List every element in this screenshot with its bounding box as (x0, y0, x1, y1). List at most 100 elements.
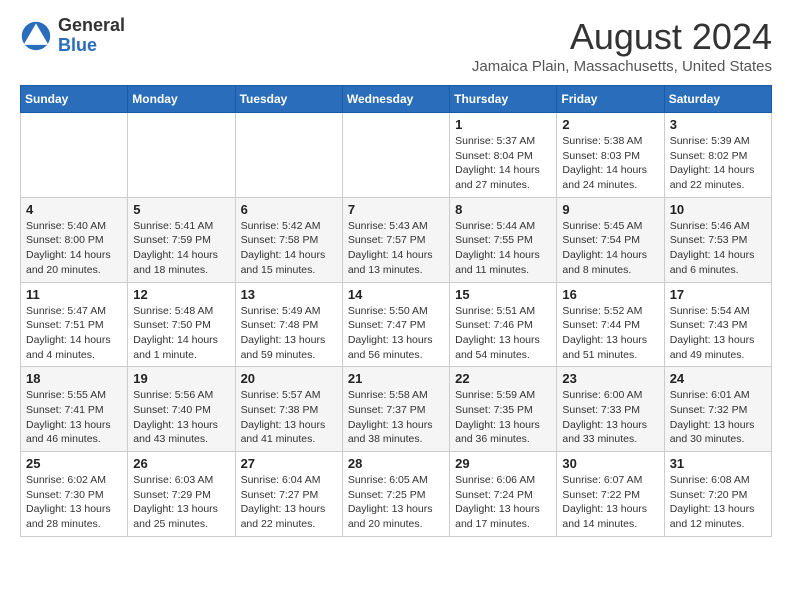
calendar-cell: 9 Sunrise: 5:45 AM Sunset: 7:54 PM Daylig… (557, 197, 664, 282)
logo-icon (20, 20, 52, 52)
day-info: Sunrise: 6:02 AM Sunset: 7:30 PM Dayligh… (26, 473, 122, 532)
day-number: 19 (133, 371, 229, 386)
day-info: Sunrise: 5:38 AM Sunset: 8:03 PM Dayligh… (562, 134, 658, 193)
day-info: Sunrise: 6:03 AM Sunset: 7:29 PM Dayligh… (133, 473, 229, 532)
day-number: 22 (455, 371, 551, 386)
calendar-cell: 17 Sunrise: 5:54 AM Sunset: 7:43 PM Dayli… (664, 282, 771, 367)
day-number: 9 (562, 202, 658, 217)
calendar-cell: 26 Sunrise: 6:03 AM Sunset: 7:29 PM Dayli… (128, 452, 235, 537)
logo-general: General (58, 15, 125, 35)
calendar-cell: 6Sunrise: 5:42 AM Sunset: 7:58 PM Daylig… (235, 197, 342, 282)
month-title: August 2024 (472, 16, 772, 58)
calendar-week-row: 11Sunrise: 5:47 AM Sunset: 7:51 PM Dayli… (21, 282, 772, 367)
day-number: 26 (133, 456, 229, 471)
calendar-cell: 15 Sunrise: 5:51 AM Sunset: 7:46 PM Dayli… (450, 282, 557, 367)
day-number: 21 (348, 371, 444, 386)
day-info: Sunrise: 6:01 AM Sunset: 7:32 PM Dayligh… (670, 388, 766, 447)
day-info: Sunrise: 5:52 AM Sunset: 7:44 PM Dayligh… (562, 304, 658, 363)
day-info: Sunrise: 6:06 AM Sunset: 7:24 PM Dayligh… (455, 473, 551, 532)
calendar-cell: 12 Sunrise: 5:48 AM Sunset: 7:50 PM Dayli… (128, 282, 235, 367)
calendar-cell: 5 Sunrise: 5:41 AM Sunset: 7:59 PM Daylig… (128, 197, 235, 282)
day-info: Sunrise: 5:37 AM Sunset: 8:04 PM Dayligh… (455, 134, 551, 193)
day-info: Sunrise: 6:05 AM Sunset: 7:25 PM Dayligh… (348, 473, 444, 532)
calendar-cell: 31 Sunrise: 6:08 AM Sunset: 7:20 PM Dayli… (664, 452, 771, 537)
day-info: Sunrise: 5:41 AM Sunset: 7:59 PM Dayligh… (133, 219, 229, 278)
calendar-cell: 22 Sunrise: 5:59 AM Sunset: 7:35 PM Dayli… (450, 367, 557, 452)
day-info: Sunrise: 6:08 AM Sunset: 7:20 PM Dayligh… (670, 473, 766, 532)
calendar-cell: 1Sunrise: 5:37 AM Sunset: 8:04 PM Daylig… (450, 113, 557, 198)
day-info: Sunrise: 5:49 AM Sunset: 7:48 PM Dayligh… (241, 304, 337, 363)
logo: General Blue (20, 16, 125, 56)
calendar-cell: 14Sunrise: 5:50 AM Sunset: 7:47 PM Dayli… (342, 282, 449, 367)
day-number: 3 (670, 117, 766, 132)
calendar-cell: 18Sunrise: 5:55 AM Sunset: 7:41 PM Dayli… (21, 367, 128, 452)
calendar-cell: 7Sunrise: 5:43 AM Sunset: 7:57 PM Daylig… (342, 197, 449, 282)
logo-text: General Blue (58, 16, 125, 56)
day-info: Sunrise: 5:43 AM Sunset: 7:57 PM Dayligh… (348, 219, 444, 278)
day-info: Sunrise: 5:51 AM Sunset: 7:46 PM Dayligh… (455, 304, 551, 363)
calendar-cell (235, 113, 342, 198)
day-number: 17 (670, 287, 766, 302)
day-info: Sunrise: 5:48 AM Sunset: 7:50 PM Dayligh… (133, 304, 229, 363)
calendar-cell: 30 Sunrise: 6:07 AM Sunset: 7:22 PM Dayli… (557, 452, 664, 537)
day-number: 27 (241, 456, 337, 471)
page-header: General Blue August 2024 Jamaica Plain, … (20, 16, 772, 75)
day-number: 11 (26, 287, 122, 302)
day-number: 30 (562, 456, 658, 471)
day-info: Sunrise: 5:57 AM Sunset: 7:38 PM Dayligh… (241, 388, 337, 447)
calendar-cell: 19Sunrise: 5:56 AM Sunset: 7:40 PM Dayli… (128, 367, 235, 452)
day-info: Sunrise: 6:04 AM Sunset: 7:27 PM Dayligh… (241, 473, 337, 532)
day-of-week-header: Tuesday (235, 86, 342, 113)
day-number: 20 (241, 371, 337, 386)
day-of-week-header: Wednesday (342, 86, 449, 113)
day-info: Sunrise: 5:59 AM Sunset: 7:35 PM Dayligh… (455, 388, 551, 447)
day-of-week-header: Monday (128, 86, 235, 113)
day-number: 24 (670, 371, 766, 386)
day-number: 31 (670, 456, 766, 471)
day-of-week-header: Thursday (450, 86, 557, 113)
calendar-cell: 2Sunrise: 5:38 AM Sunset: 8:03 PM Daylig… (557, 113, 664, 198)
day-info: Sunrise: 5:46 AM Sunset: 7:53 PM Dayligh… (670, 219, 766, 278)
day-info: Sunrise: 5:54 AM Sunset: 7:43 PM Dayligh… (670, 304, 766, 363)
calendar-week-row: 25 Sunrise: 6:02 AM Sunset: 7:30 PM Dayli… (21, 452, 772, 537)
calendar-cell: 21Sunrise: 5:58 AM Sunset: 7:37 PM Dayli… (342, 367, 449, 452)
calendar-cell: 11Sunrise: 5:47 AM Sunset: 7:51 PM Dayli… (21, 282, 128, 367)
day-of-week-header: Friday (557, 86, 664, 113)
calendar-cell (21, 113, 128, 198)
day-info: Sunrise: 5:55 AM Sunset: 7:41 PM Dayligh… (26, 388, 122, 447)
calendar-cell: 29 Sunrise: 6:06 AM Sunset: 7:24 PM Dayli… (450, 452, 557, 537)
calendar-cell: 8Sunrise: 5:44 AM Sunset: 7:55 PM Daylig… (450, 197, 557, 282)
day-number: 5 (133, 202, 229, 217)
calendar-cell: 4Sunrise: 5:40 AM Sunset: 8:00 PM Daylig… (21, 197, 128, 282)
day-number: 15 (455, 287, 551, 302)
logo-blue: Blue (58, 35, 97, 55)
day-info: Sunrise: 5:39 AM Sunset: 8:02 PM Dayligh… (670, 134, 766, 193)
day-number: 12 (133, 287, 229, 302)
day-number: 4 (26, 202, 122, 217)
calendar-week-row: 4Sunrise: 5:40 AM Sunset: 8:00 PM Daylig… (21, 197, 772, 282)
calendar-cell (128, 113, 235, 198)
day-number: 13 (241, 287, 337, 302)
day-info: Sunrise: 5:45 AM Sunset: 7:54 PM Dayligh… (562, 219, 658, 278)
calendar-cell: 20 Sunrise: 5:57 AM Sunset: 7:38 PM Dayli… (235, 367, 342, 452)
calendar-table: SundayMondayTuesdayWednesdayThursdayFrid… (20, 85, 772, 537)
calendar-cell: 28 Sunrise: 6:05 AM Sunset: 7:25 PM Dayli… (342, 452, 449, 537)
calendar-cell: 25 Sunrise: 6:02 AM Sunset: 7:30 PM Dayli… (21, 452, 128, 537)
calendar-week-row: 1Sunrise: 5:37 AM Sunset: 8:04 PM Daylig… (21, 113, 772, 198)
day-number: 14 (348, 287, 444, 302)
calendar-header-row: SundayMondayTuesdayWednesdayThursdayFrid… (21, 86, 772, 113)
day-number: 28 (348, 456, 444, 471)
day-info: Sunrise: 5:42 AM Sunset: 7:58 PM Dayligh… (241, 219, 337, 278)
day-number: 29 (455, 456, 551, 471)
calendar-cell: 10 Sunrise: 5:46 AM Sunset: 7:53 PM Dayli… (664, 197, 771, 282)
day-number: 10 (670, 202, 766, 217)
day-number: 25 (26, 456, 122, 471)
calendar-cell: 27 Sunrise: 6:04 AM Sunset: 7:27 PM Dayli… (235, 452, 342, 537)
calendar-cell: 3 Sunrise: 5:39 AM Sunset: 8:02 PM Daylig… (664, 113, 771, 198)
calendar-cell: 13 Sunrise: 5:49 AM Sunset: 7:48 PM Dayli… (235, 282, 342, 367)
title-block: August 2024 Jamaica Plain, Massachusetts… (472, 16, 772, 75)
day-info: Sunrise: 6:07 AM Sunset: 7:22 PM Dayligh… (562, 473, 658, 532)
day-number: 23 (562, 371, 658, 386)
day-number: 16 (562, 287, 658, 302)
calendar-cell: 23Sunrise: 6:00 AM Sunset: 7:33 PM Dayli… (557, 367, 664, 452)
